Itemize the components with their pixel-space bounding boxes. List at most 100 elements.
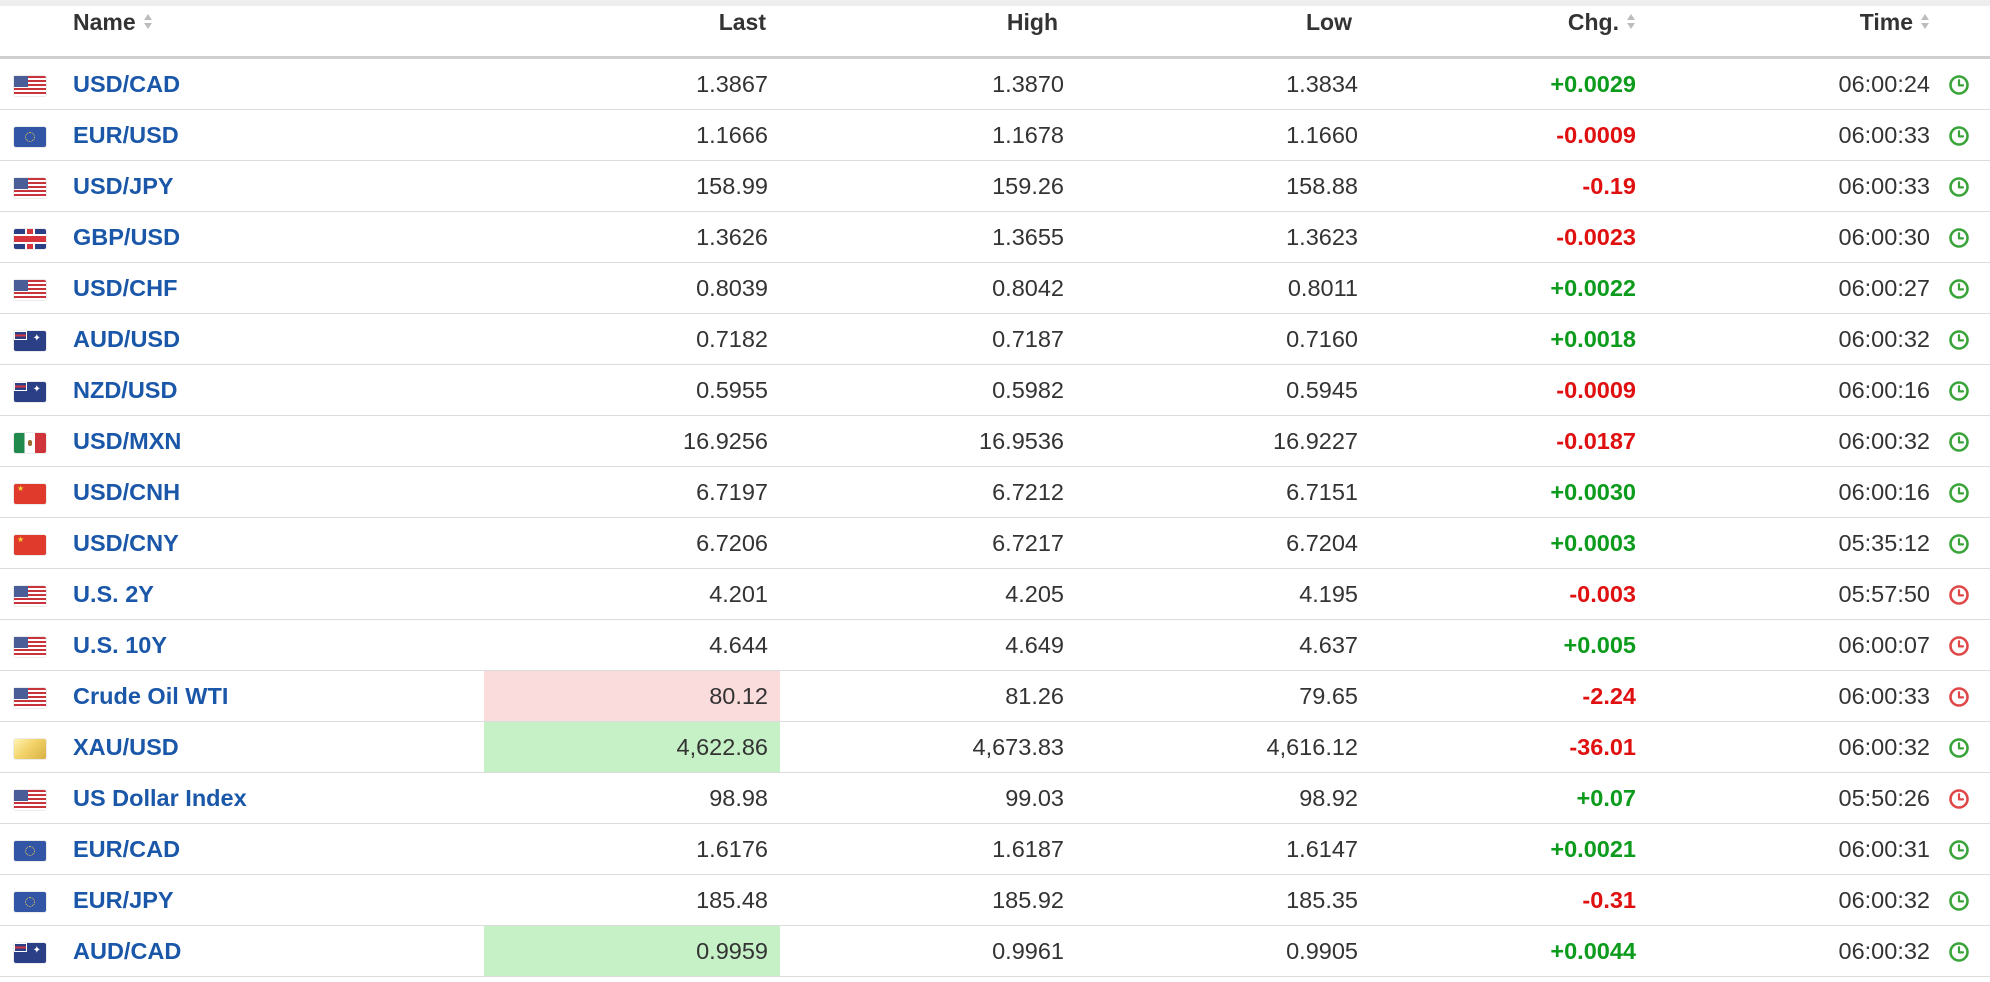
flag-cn-icon <box>14 484 46 504</box>
table-row[interactable]: XAU/USD 4,622.86 4,673.83 4,616.12 -36.01 06:… <box>0 722 1990 773</box>
low-price: 1.1660 <box>1286 122 1358 148</box>
instrument-link[interactable]: US Dollar Index <box>73 773 247 823</box>
column-header-chg[interactable]: Chg. <box>1440 0 1636 44</box>
column-header-name[interactable]: Name <box>73 0 153 44</box>
column-header-chg-label: Chg. <box>1567 9 1619 35</box>
sort-arrows-icon[interactable] <box>1627 13 1636 31</box>
flag-icon <box>14 484 46 504</box>
table-row[interactable]: USD/CNY 6.7206 6.7217 6.7204 +0.0003 05:35:12 <box>0 518 1990 569</box>
last-price: 98.98 <box>709 785 768 811</box>
green-clock-icon <box>1948 74 1970 96</box>
instrument-link[interactable]: EUR/USD <box>73 110 179 160</box>
flag-icon <box>14 790 46 810</box>
flag-icon <box>14 892 46 912</box>
update-time: 06:00:33 <box>1838 683 1930 709</box>
high-price: 0.5982 <box>992 377 1064 403</box>
low-price: 6.7204 <box>1286 530 1358 556</box>
update-time: 06:00:32 <box>1838 734 1930 760</box>
change-value: +0.0044 <box>1550 938 1636 964</box>
last-price: 0.8039 <box>696 275 768 301</box>
change-value: +0.0029 <box>1550 71 1636 97</box>
last-price: 158.99 <box>696 173 768 199</box>
flag-cn-icon <box>14 535 46 555</box>
last-price: 4,622.86 <box>484 722 780 772</box>
high-price: 1.6187 <box>992 836 1064 862</box>
high-price: 1.1678 <box>992 122 1064 148</box>
column-header-time[interactable]: Time <box>1740 0 1930 44</box>
table-row[interactable]: NZD/USD 0.5955 0.5982 0.5945 -0.0009 06:00:16 <box>0 365 1990 416</box>
instrument-link[interactable]: AUD/USD <box>73 314 180 364</box>
instrument-link[interactable]: USD/CAD <box>73 59 180 109</box>
low-price: 4,616.12 <box>1266 734 1358 760</box>
table-row[interactable]: USD/CNH 6.7197 6.7212 6.7151 +0.0030 06:00:16 <box>0 467 1990 518</box>
instrument-link[interactable]: USD/CHF <box>73 263 177 313</box>
table-row[interactable]: GBP/USD 1.3626 1.3655 1.3623 -0.0023 06:00:30 <box>0 212 1990 263</box>
table-row[interactable]: USD/MXN 16.9256 16.9536 16.9227 -0.0187 06:00… <box>0 416 1990 467</box>
column-header-high-label: High <box>1006 9 1058 35</box>
last-price: 1.1666 <box>696 122 768 148</box>
flag-au-icon <box>14 382 46 402</box>
high-price: 81.26 <box>1005 683 1064 709</box>
instrument-link[interactable]: NZD/USD <box>73 365 177 415</box>
flag-gold-icon <box>14 739 46 759</box>
flag-eu-icon <box>14 841 46 861</box>
table-row[interactable]: EUR/CAD 1.6176 1.6187 1.6147 +0.0021 06:00:31 <box>0 824 1990 875</box>
table-row[interactable]: EUR/JPY 185.48 185.92 185.35 -0.31 06:00:32 <box>0 875 1990 926</box>
green-clock-icon <box>1948 890 1970 912</box>
instrument-link[interactable]: USD/CNH <box>73 467 180 517</box>
low-price: 79.65 <box>1299 683 1358 709</box>
last-price: 16.9256 <box>683 428 768 454</box>
flag-icon <box>14 535 46 555</box>
instrument-link[interactable]: USD/MXN <box>73 416 181 466</box>
table-row[interactable]: Crude Oil WTI 80.12 81.26 79.65 -2.24 06:00:3… <box>0 671 1990 722</box>
green-clock-icon <box>1948 329 1970 351</box>
green-clock-icon <box>1948 380 1970 402</box>
flag-au-icon <box>14 943 46 963</box>
instrument-link[interactable]: GBP/USD <box>73 212 180 262</box>
update-time: 06:00:31 <box>1838 836 1930 862</box>
low-price: 0.9905 <box>1286 938 1358 964</box>
table-row[interactable]: US Dollar Index 98.98 99.03 98.92 +0.07 05:50… <box>0 773 1990 824</box>
instrument-link[interactable]: EUR/JPY <box>73 875 174 925</box>
flag-icon <box>14 841 46 861</box>
change-value: -0.0009 <box>1556 122 1636 148</box>
high-price: 99.03 <box>1005 785 1064 811</box>
sort-arrows-icon[interactable] <box>143 13 153 31</box>
flag-mx-icon <box>14 433 46 453</box>
last-price: 6.7206 <box>696 530 768 556</box>
table-row[interactable]: USD/CAD 1.3867 1.3870 1.3834 +0.0029 06:00:24 <box>0 59 1990 110</box>
table-row[interactable]: U.S. 10Y 4.644 4.649 4.637 +0.005 06:00:07 <box>0 620 1990 671</box>
flag-icon <box>14 280 46 300</box>
quotes-table: Name Last High Low Chg. Time USD/CAD 1.38… <box>0 0 1990 982</box>
instrument-link[interactable]: Crude Oil WTI <box>73 671 228 721</box>
instrument-link[interactable]: USD/JPY <box>73 161 174 211</box>
instrument-link[interactable]: U.S. 2Y <box>73 569 154 619</box>
low-price: 185.35 <box>1286 887 1358 913</box>
column-header-low-label: Low <box>1306 9 1352 35</box>
flag-icon <box>14 637 46 657</box>
table-row[interactable]: U.S. 2Y 4.201 4.205 4.195 -0.003 05:57:50 <box>0 569 1990 620</box>
table-row[interactable]: USD/JPY 158.99 159.26 158.88 -0.19 06:00:33 <box>0 161 1990 212</box>
table-row[interactable]: AUD/CAD 0.9959 0.9961 0.9905 +0.0044 06:00:32 <box>0 926 1990 977</box>
last-price: 1.3867 <box>696 71 768 97</box>
sort-arrows-icon[interactable] <box>1921 13 1930 31</box>
instrument-link[interactable]: XAU/USD <box>73 722 179 772</box>
low-price: 6.7151 <box>1286 479 1358 505</box>
column-header-time-label: Time <box>1859 9 1913 35</box>
change-value: -0.0187 <box>1556 428 1636 454</box>
table-row[interactable]: AUD/USD 0.7182 0.7187 0.7160 +0.0018 06:00:32 <box>0 314 1990 365</box>
table-row[interactable]: USD/CHF 0.8039 0.8042 0.8011 +0.0022 06:00:27 <box>0 263 1990 314</box>
high-price: 16.9536 <box>979 428 1064 454</box>
instrument-link[interactable]: EUR/CAD <box>73 824 180 874</box>
green-clock-icon <box>1948 125 1970 147</box>
low-price: 0.8011 <box>1287 275 1358 301</box>
instrument-link[interactable]: U.S. 10Y <box>73 620 167 670</box>
green-clock-icon <box>1948 176 1970 198</box>
update-time: 06:00:16 <box>1838 377 1930 403</box>
table-row[interactable]: EUR/USD 1.1666 1.1678 1.1660 -0.0009 06:00:33 <box>0 110 1990 161</box>
last-price: 0.7182 <box>696 326 768 352</box>
instrument-link[interactable]: AUD/CAD <box>73 926 181 976</box>
instrument-link[interactable]: USD/CNY <box>73 518 179 568</box>
flag-eu-icon <box>14 892 46 912</box>
red-clock-icon <box>1948 584 1970 606</box>
